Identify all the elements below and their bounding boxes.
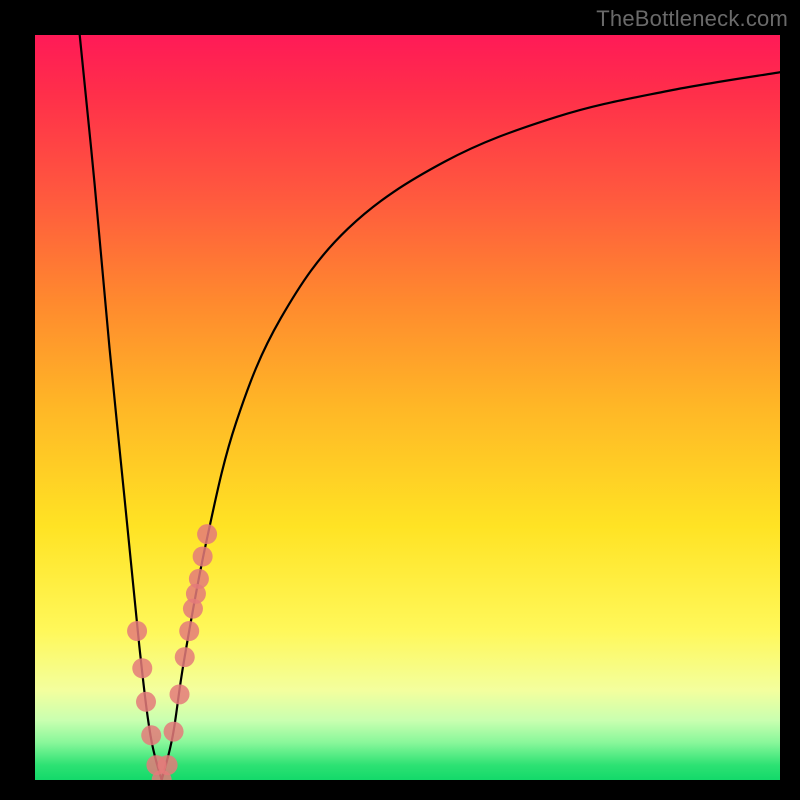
sample-dot (197, 524, 217, 544)
plot-area (35, 35, 780, 780)
sample-dot (193, 547, 213, 567)
sample-dot (132, 658, 152, 678)
watermark-text: TheBottleneck.com (596, 6, 788, 32)
sample-dot (164, 722, 184, 742)
sample-dot (136, 692, 156, 712)
sample-dot (127, 621, 147, 641)
right-branch-path (162, 72, 780, 780)
sample-dot (189, 569, 209, 589)
sample-dot (170, 684, 190, 704)
curve-layer (35, 35, 780, 780)
sample-dot (179, 621, 199, 641)
sample-dot (175, 647, 195, 667)
sample-dot (141, 725, 161, 745)
chart-frame: TheBottleneck.com (0, 0, 800, 800)
sample-dot (158, 755, 178, 775)
